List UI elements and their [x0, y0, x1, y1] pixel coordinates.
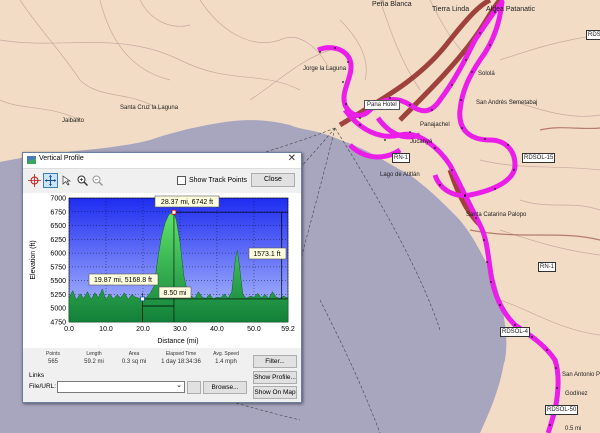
- peak-annotation-text: 28.37 mi, 6742 ft: [161, 199, 213, 206]
- distance-annotation: 8.50 mi: [158, 286, 192, 299]
- y-axis-label: Elevation (ft): [30, 240, 37, 279]
- y-tick-label: 6000: [50, 251, 66, 258]
- elevation-plot[interactable]: 4750 5000 5250 5500 5750 6000 6250 6500 6750 7000…: [23, 193, 301, 348]
- y-tick-label: 5750: [50, 264, 66, 271]
- x-tick-label: 20.0: [136, 326, 150, 333]
- place-label-jaibalito: Jaibalito: [62, 118, 85, 124]
- links-label: Links: [29, 372, 45, 379]
- file-url-input[interactable]: ⌄: [57, 381, 185, 393]
- zoom-out-icon[interactable]: [90, 173, 105, 188]
- stat-header-elapsed: Elapsed Time: [165, 351, 197, 357]
- stat-header-area: Area: [128, 351, 140, 357]
- x-axis-label: Distance (mi): [157, 338, 198, 345]
- place-label-jucanya: Jucanyá: [410, 139, 433, 145]
- y-tick-label: 7000: [50, 196, 66, 203]
- stat-value-length: 59.2 mi: [84, 359, 104, 365]
- x-tick-label: 10.0: [99, 326, 113, 333]
- crosshair-icon[interactable]: [27, 173, 42, 188]
- low-marker: [140, 296, 145, 302]
- map-scale-label: 0.5 mi: [565, 426, 582, 432]
- peak-annotation: 28.37 mi, 6742 ft: [154, 195, 220, 208]
- file-url-label: File/URL:: [29, 383, 57, 390]
- peak-marker: [171, 209, 177, 215]
- road-label-rdsol1: RDSOL-1: [586, 30, 600, 40]
- elevation-annotation: 1573.1 ft: [248, 247, 287, 260]
- vertical-profile-dialog: Vertical Profile ✕ Show Track Points Clo…: [22, 152, 302, 403]
- stat-header-points: Points: [46, 351, 60, 357]
- x-tick-label: 40.0: [210, 326, 224, 333]
- place-label-godinez: Godínez: [565, 391, 588, 397]
- y-tick-label: 5000: [50, 306, 66, 313]
- y-tick-label: 6750: [50, 209, 66, 216]
- profile-app-icon: [27, 156, 36, 164]
- stat-value-area: 0.3 sq mi: [121, 359, 147, 365]
- stat-value-elapsed: 1 day 18:34:36: [161, 359, 201, 365]
- place-label-panajachel: Panajachel: [420, 122, 450, 128]
- select-icon[interactable]: [59, 173, 74, 188]
- browse-button[interactable]: Browse...: [203, 381, 247, 394]
- checkbox-box[interactable]: [177, 176, 186, 185]
- show-on-map-button[interactable]: Show On Map: [253, 386, 297, 399]
- chevron-down-icon[interactable]: ⌄: [176, 381, 182, 389]
- link-goto-button[interactable]: [187, 381, 201, 394]
- dialog-titlebar[interactable]: Vertical Profile ✕: [23, 153, 301, 169]
- x-tick-label: 0.0: [64, 326, 74, 333]
- low-annotation: 19.87 mi, 5168.8 ft: [88, 273, 159, 286]
- place-label-santa-cruz: Santa Cruz la Laguna: [120, 105, 179, 111]
- place-label-santa-catarina: Santa Catarina Palopo: [466, 212, 527, 218]
- road-label-rn1-b: RN-1: [392, 153, 411, 163]
- stat-value-speed: 1.4 mph: [215, 359, 237, 365]
- show-profile-button[interactable]: Show Profile...: [253, 371, 297, 384]
- zoom-in-icon[interactable]: [75, 173, 90, 188]
- elevation-annotation-text: 1573.1 ft: [253, 251, 280, 258]
- low-annotation-text: 19.87 mi, 5168.8 ft: [94, 277, 152, 284]
- y-tick-label: 6500: [50, 223, 66, 230]
- place-label-pana-hotel: Pana Hotel: [364, 100, 400, 110]
- place-label-san-antonio: San Antonio Palopo: [562, 372, 600, 378]
- close-button[interactable]: Close: [251, 173, 295, 187]
- show-track-points-label: Show Track Points: [189, 177, 247, 184]
- x-tick-label: 30.0: [173, 326, 187, 333]
- x-tick-label: 59.2: [281, 326, 295, 333]
- place-label-aldea-patanatic: Aldea Patanatic: [486, 6, 536, 13]
- dialog-title: Vertical Profile: [39, 155, 84, 162]
- filter-button[interactable]: Filter...: [253, 355, 297, 368]
- place-label-tierra-linda: Tierra Linda: [432, 6, 470, 13]
- distance-annotation-text: 8.50 mi: [164, 290, 187, 297]
- place-label-jorge-la-laguna: Jorge la Laguna: [303, 66, 347, 72]
- road-label-rdsol50: RDSOL-50: [545, 405, 579, 415]
- road-label-rn1-a: RN-1: [538, 262, 557, 272]
- place-label-pena-blanca: Peña Blanca: [372, 1, 412, 8]
- y-tick-label: 5500: [50, 278, 66, 285]
- y-axis-ticks: 4750500052505500575060006250650067507000: [50, 196, 66, 327]
- road-label-rdsol15: RDSOL-15: [522, 153, 556, 163]
- place-label-solola: Sololá: [478, 71, 495, 77]
- stat-header-speed: Avg. Speed: [213, 351, 239, 357]
- y-tick-label: 5250: [50, 292, 66, 299]
- x-axis-ticks: 0.0 10.0 20.0 30.0 40.0 50.0 59.2: [64, 326, 295, 333]
- x-tick-label: 50.0: [247, 326, 261, 333]
- track-properties-panel: Points Length Area Elapsed Time Avg. Spe…: [23, 349, 301, 402]
- profile-toolbar: Show Track Points Close: [23, 169, 301, 191]
- elevation-chart[interactable]: 4750500052505500575060006250650067507000…: [23, 193, 301, 348]
- move-icon[interactable]: [43, 173, 58, 188]
- show-track-points-checkbox[interactable]: Show Track Points: [177, 176, 247, 185]
- window-close-icon[interactable]: ✕: [288, 153, 296, 164]
- place-label-lago: Lago de Atitlán: [380, 172, 420, 178]
- stat-header-length: Length: [86, 351, 102, 357]
- road-label-rdsol4: RDSOL-4: [500, 327, 531, 337]
- stat-value-points: 565: [47, 359, 58, 365]
- y-tick-label: 6250: [50, 237, 66, 244]
- place-label-san-andres: San Andrés Semetabaj: [476, 100, 538, 106]
